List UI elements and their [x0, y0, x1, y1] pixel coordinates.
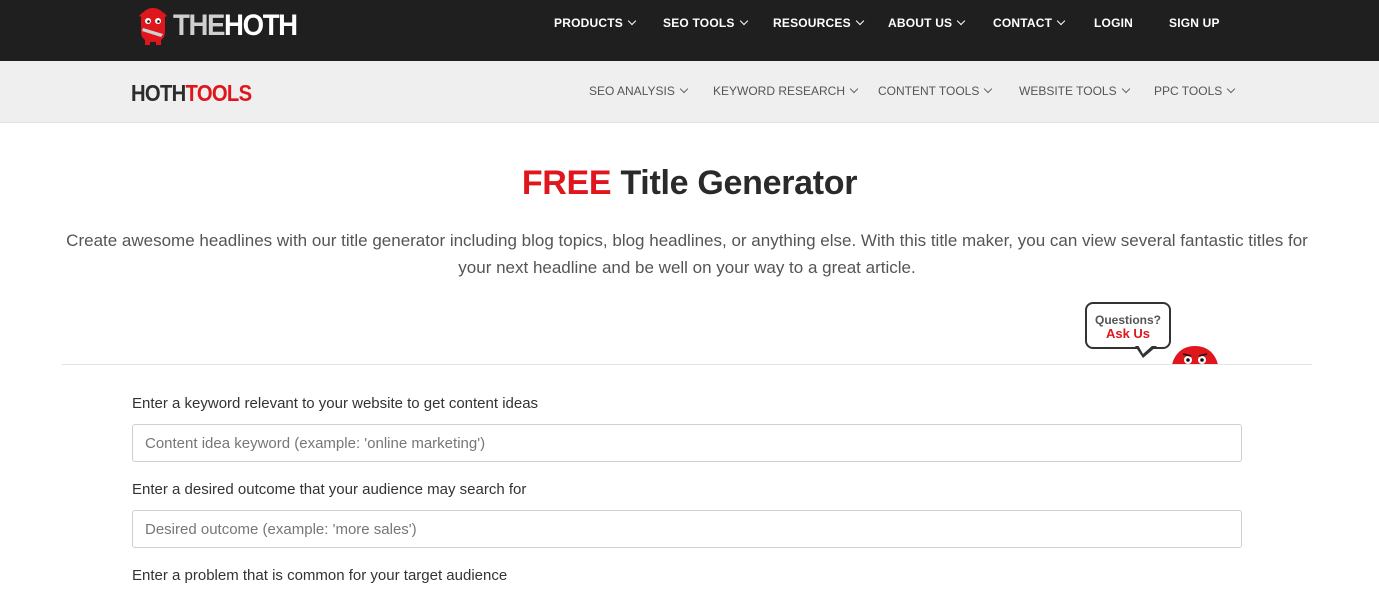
subnav-keyword-research-label: KEYWORD RESEARCH: [713, 84, 846, 98]
subnav-keyword-research[interactable]: KEYWORD RESEARCH: [713, 84, 859, 98]
nav-login-label: LOGIN: [1094, 16, 1133, 30]
logo-text-hoth: HOTH: [224, 9, 298, 42]
logo-text-hoth: HOTH: [131, 80, 186, 106]
nav-contact-label: CONTACT: [993, 16, 1053, 30]
nav-resources[interactable]: RESOURCES: [773, 16, 865, 30]
page-title: FREE Title Generator: [0, 164, 1379, 203]
keyword-field-label: Enter a keyword relevant to your website…: [132, 395, 539, 412]
nav-sign-up[interactable]: SIGN UP: [1169, 16, 1220, 30]
nav-products-label: PRODUCTS: [554, 16, 623, 30]
subnav-seo-analysis-label: SEO ANALYSIS: [589, 84, 675, 98]
chevron-down-icon: [1121, 84, 1130, 94]
nav-seo-tools-label: SEO TOOLS: [663, 16, 735, 30]
subnav-website-tools[interactable]: WEBSITE TOOLS: [1019, 84, 1130, 98]
ask-us-text: Ask Us: [1105, 326, 1151, 341]
chevron-down-icon: [849, 84, 859, 94]
chevron-down-icon: [855, 16, 865, 26]
title-text: Title Generator: [620, 164, 858, 202]
logo-text-tools: TOOLS: [185, 80, 253, 106]
page-description: Create awesome headlines with our title …: [66, 231, 1308, 277]
nav-resources-label: RESOURCES: [773, 16, 851, 30]
nav-contact[interactable]: CONTACT: [993, 16, 1066, 30]
subnav-content-tools[interactable]: CONTENT TOOLS: [878, 84, 993, 98]
questions-ask-us-widget[interactable]: Questions? Ask Us: [1085, 302, 1225, 365]
section-divider: [62, 364, 1312, 365]
subnav-content-tools-label: CONTENT TOOLS: [878, 84, 980, 98]
speech-bubble: Questions? Ask Us: [1085, 302, 1171, 349]
thehoth-logo[interactable]: THEHOTH: [137, 6, 308, 46]
keyword-input[interactable]: [132, 424, 1242, 462]
logo-wordmark: THEHOTH: [173, 9, 298, 43]
logo-text-the: THE: [173, 9, 225, 42]
chevron-down-icon: [679, 84, 689, 94]
subnav-ppc-tools[interactable]: PPC TOOLS: [1154, 84, 1236, 98]
tools-navigation-bar: HOTHTOOLS SEO ANALYSIS KEYWORD RESEARCH …: [0, 61, 1379, 123]
chevron-down-icon: [739, 16, 748, 26]
chevron-down-icon: [627, 16, 637, 26]
problem-field-label: Enter a problem that is common for your …: [132, 567, 508, 584]
chevron-down-icon: [1227, 84, 1236, 94]
subnav-seo-analysis[interactable]: SEO ANALYSIS: [589, 84, 689, 98]
chevron-down-icon: [984, 84, 993, 94]
speech-bubble-tail-inner: [1138, 345, 1153, 354]
hothtools-logo[interactable]: HOTHTOOLS: [131, 80, 253, 107]
subnav-website-tools-label: WEBSITE TOOLS: [1019, 84, 1117, 98]
chevron-down-icon: [1056, 16, 1066, 26]
nav-seo-tools[interactable]: SEO TOOLS: [663, 16, 748, 30]
subnav-ppc-tools-label: PPC TOOLS: [1154, 84, 1223, 98]
outcome-input[interactable]: [132, 510, 1242, 548]
title-highlight: FREE: [521, 164, 612, 202]
nav-login[interactable]: LOGIN: [1094, 16, 1133, 30]
outcome-field-label: Enter a desired outcome that your audien…: [132, 481, 527, 498]
hoth-mascot-icon: [1172, 346, 1218, 365]
nav-products[interactable]: PRODUCTS: [554, 16, 637, 30]
nav-about-us-label: ABOUT US: [888, 16, 953, 30]
nav-about-us[interactable]: ABOUT US: [888, 16, 966, 30]
chevron-down-icon: [957, 16, 966, 26]
nav-sign-up-label: SIGN UP: [1169, 16, 1220, 30]
top-navigation-bar: THEHOTH PRODUCTS SEO TOOLS RESOURCES ABO…: [0, 0, 1379, 61]
hoth-mascot-icon: [139, 8, 167, 45]
